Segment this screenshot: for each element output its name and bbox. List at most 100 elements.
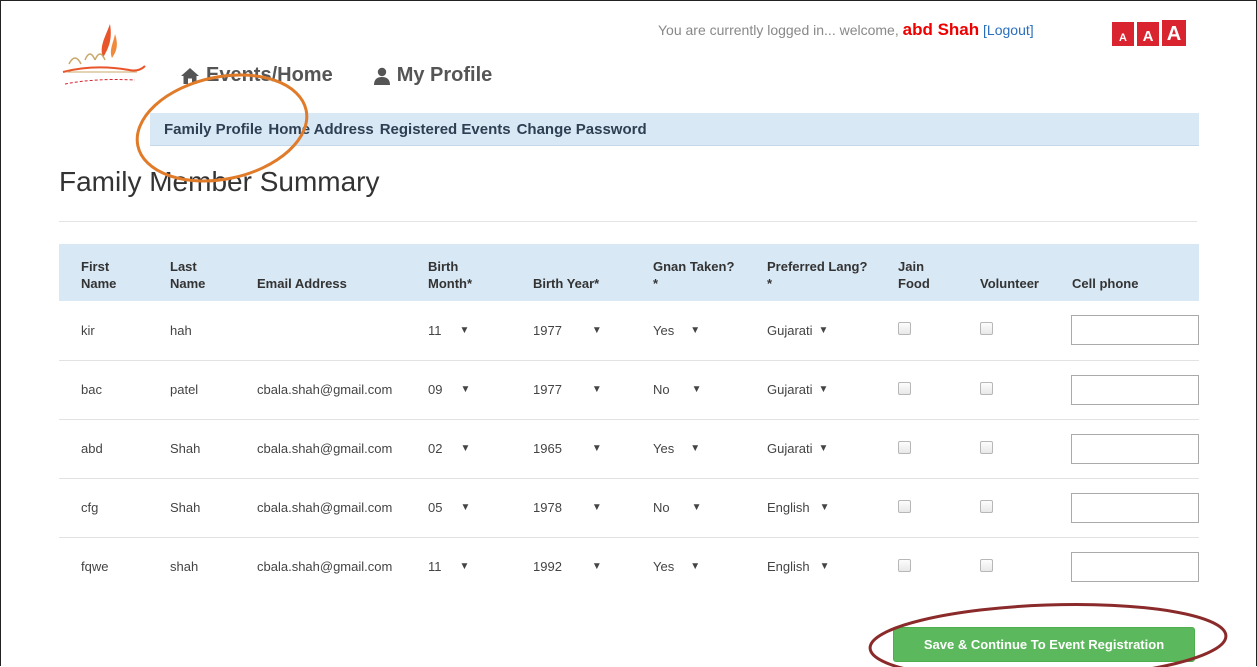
cell-phone-input[interactable]: [1071, 315, 1199, 346]
subnav-family-profile[interactable]: Family Profile: [164, 121, 262, 138]
font-size-small-button[interactable]: A: [1112, 22, 1134, 46]
preferred-lang-select[interactable]: Gujarati ▼: [767, 441, 828, 456]
font-size-controls: A A A: [1112, 20, 1186, 46]
caret-down-icon: ▼: [819, 502, 830, 513]
header-birth-year: Birth Year*: [533, 276, 600, 291]
gnan-taken-select[interactable]: Yes ▼: [653, 441, 700, 456]
login-prefix: You are currently logged in... welcome,: [658, 22, 899, 38]
birth-year-select[interactable]: 1977 ▼: [533, 323, 602, 338]
header-jain-food: Jain Food: [898, 259, 930, 291]
header-cell-phone: Cell phone: [1072, 276, 1139, 291]
volunteer-checkbox[interactable]: [980, 499, 993, 513]
caret-down-icon: ▼: [459, 324, 470, 336]
caret-down-icon: ▼: [459, 561, 470, 573]
caret-down-icon: ▼: [818, 443, 829, 454]
subnav-home-address[interactable]: Home Address: [268, 121, 373, 138]
preferred-lang-select[interactable]: English ▼: [767, 559, 830, 574]
caret-down-icon: ▼: [819, 561, 830, 573]
header-email: Email Address: [257, 276, 347, 291]
my-profile-label: My Profile: [396, 64, 493, 86]
birth-month-select[interactable]: 11 ▼: [428, 323, 469, 338]
preferred-lang-select[interactable]: Gujarati ▼: [767, 382, 828, 397]
preferred-lang-select[interactable]: Gujarati ▼: [767, 323, 828, 338]
cell-first-name: cfg: [81, 500, 99, 515]
birth-month-select[interactable]: 05 ▼: [428, 500, 470, 515]
gnan-taken-select[interactable]: No ▼: [653, 382, 702, 397]
events-home-label: Events/Home: [206, 64, 333, 86]
caret-down-icon: ▼: [460, 502, 471, 513]
events-home-link[interactable]: Events/Home: [180, 64, 333, 87]
font-size-large-button[interactable]: A: [1162, 20, 1186, 46]
preferred-lang-select[interactable]: English ▼: [767, 500, 830, 515]
caret-down-icon: ▼: [591, 561, 602, 573]
header-volunteer: Volunteer: [980, 276, 1039, 291]
save-continue-button[interactable]: Save & Continue To Event Registration: [893, 627, 1195, 662]
cell-first-name: fqwe: [81, 559, 109, 575]
cell-last-name: Shah: [170, 500, 201, 515]
user-icon: [373, 67, 390, 85]
jain-food-checkbox[interactable]: [898, 381, 911, 395]
cell-first-name: kir: [81, 322, 95, 338]
jain-food-checkbox[interactable]: [898, 558, 911, 572]
volunteer-checkbox[interactable]: [980, 558, 993, 572]
volunteer-checkbox[interactable]: [980, 440, 993, 454]
table-row: abd Shah cbala.shah@gmail.com 02 ▼ 1965 ▼ …: [59, 419, 1199, 478]
my-profile-link[interactable]: My Profile: [373, 64, 493, 87]
cell-email: cbala.shah@gmail.com: [257, 500, 393, 515]
cell-last-name: shah: [170, 559, 199, 575]
birth-year-select[interactable]: 1977 ▼: [533, 382, 602, 397]
birth-month-select[interactable]: 11 ▼: [428, 559, 469, 574]
cell-phone-input[interactable]: [1071, 551, 1199, 582]
gnan-taken-select[interactable]: Yes ▼: [653, 323, 700, 338]
birth-year-select[interactable]: 1965 ▼: [533, 441, 602, 456]
cell-email: cbala.shah@gmail.com: [257, 382, 393, 397]
page-title: Family Member Summary: [59, 166, 380, 197]
title-divider: [59, 221, 1197, 222]
birth-month-select[interactable]: 02 ▼: [428, 441, 470, 456]
jain-food-checkbox[interactable]: [898, 322, 911, 336]
header-gnan-taken: Gnan Taken? *: [653, 259, 735, 291]
caret-down-icon: ▼: [460, 384, 471, 395]
cell-last-name: hah: [170, 322, 192, 338]
subnav-registered-events[interactable]: Registered Events: [380, 121, 511, 138]
cell-first-name: bac: [81, 382, 102, 397]
birth-month-select[interactable]: 09 ▼: [428, 382, 470, 397]
profile-sub-nav: Family Profile Home Address Registered E…: [150, 113, 1199, 146]
header-birth-month: Birth Month*: [428, 259, 473, 291]
cell-first-name: abd: [81, 441, 103, 456]
gnan-taken-select[interactable]: Yes ▼: [653, 559, 700, 574]
volunteer-checkbox[interactable]: [980, 381, 993, 395]
cell-email: cbala.shah@gmail.com: [257, 441, 393, 456]
cell-last-name: Shah: [170, 441, 201, 456]
table-row: fqwe shah cbala.shah@gmail.com 11 ▼ 1992 ▼…: [59, 537, 1199, 596]
birth-year-select[interactable]: 1992 ▼: [533, 559, 602, 574]
cell-email: cbala.shah@gmail.com: [257, 559, 393, 575]
site-logo: [62, 24, 146, 85]
cell-phone-input[interactable]: [1071, 492, 1199, 523]
caret-down-icon: ▼: [690, 324, 701, 336]
table-row: cfg Shah cbala.shah@gmail.com 05 ▼ 1978 ▼ …: [59, 478, 1199, 537]
volunteer-checkbox[interactable]: [980, 322, 993, 336]
caret-down-icon: ▼: [591, 443, 602, 454]
table-header-row: First Name Last Name Email Address Birth Mo…: [59, 244, 1199, 301]
caret-down-icon: ▼: [691, 384, 702, 395]
family-member-table: First Name Last Name Email Address Birth Mo…: [59, 244, 1199, 596]
cell-phone-input[interactable]: [1071, 374, 1199, 405]
caret-down-icon: ▼: [818, 324, 829, 336]
cell-email: [257, 301, 428, 360]
logout-link[interactable]: [Logout]: [983, 22, 1034, 38]
caret-down-icon: ▼: [591, 502, 602, 513]
cell-phone-input[interactable]: [1071, 433, 1199, 464]
gnan-taken-select[interactable]: No ▼: [653, 500, 702, 515]
header-preferred-lang: Preferred Lang? *: [767, 259, 868, 291]
jain-food-checkbox[interactable]: [898, 440, 911, 454]
font-size-medium-button[interactable]: A: [1137, 22, 1159, 46]
jain-food-checkbox[interactable]: [898, 499, 911, 513]
table-row: kir hah 11 ▼ 1977 ▼ Yes ▼ Gujarati ▼: [59, 301, 1199, 360]
birth-year-select[interactable]: 1978 ▼: [533, 500, 602, 515]
caret-down-icon: ▼: [818, 384, 829, 395]
user-name: abd Shah: [902, 20, 980, 39]
table-row: bac patel cbala.shah@gmail.com 09 ▼ 1977 ▼…: [59, 360, 1199, 419]
caret-down-icon: ▼: [690, 443, 701, 454]
subnav-change-password[interactable]: Change Password: [517, 121, 647, 138]
